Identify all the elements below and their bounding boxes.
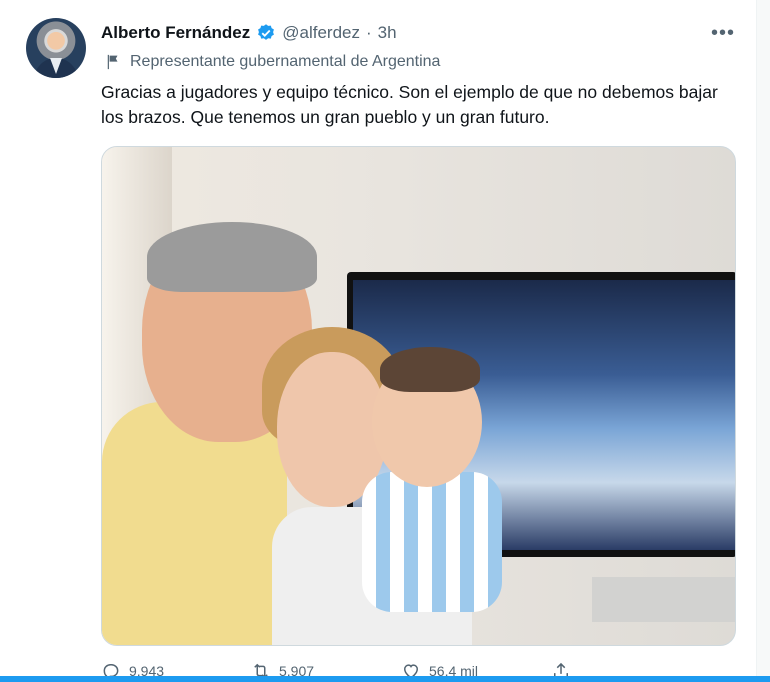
government-flag-icon	[107, 54, 118, 70]
tweet-text: Gracias a jugadores y equipo técnico. So…	[101, 82, 718, 127]
tweet-header: Alberto Fernández @alferdez · 3h	[101, 20, 397, 46]
photo-tv-stand	[592, 577, 735, 622]
photo-man-hair	[147, 222, 317, 292]
verified-badge-icon	[258, 24, 275, 40]
author-handle[interactable]: @alferdez	[282, 23, 360, 43]
tweet-time[interactable]: 3h	[378, 23, 397, 43]
right-scroll-strip	[757, 0, 770, 682]
government-label-text: Representante gubernamental de Argentina	[130, 53, 441, 70]
tweet-card: Alberto Fernández @alferdez · 3h ••• Rep…	[0, 0, 757, 682]
header-separator: ·	[366, 23, 372, 42]
government-label: Representante gubernamental de Argentina	[104, 50, 440, 74]
tweet-photo[interactable]	[101, 146, 736, 646]
more-options-icon[interactable]: •••	[706, 20, 740, 46]
photo-baby-body	[362, 472, 502, 612]
photo-baby-hair	[380, 347, 480, 392]
author-avatar[interactable]	[26, 18, 86, 78]
bottom-accent-bar	[0, 676, 770, 682]
photo-man-shirt	[102, 402, 287, 645]
author-name[interactable]: Alberto Fernández	[101, 23, 250, 43]
